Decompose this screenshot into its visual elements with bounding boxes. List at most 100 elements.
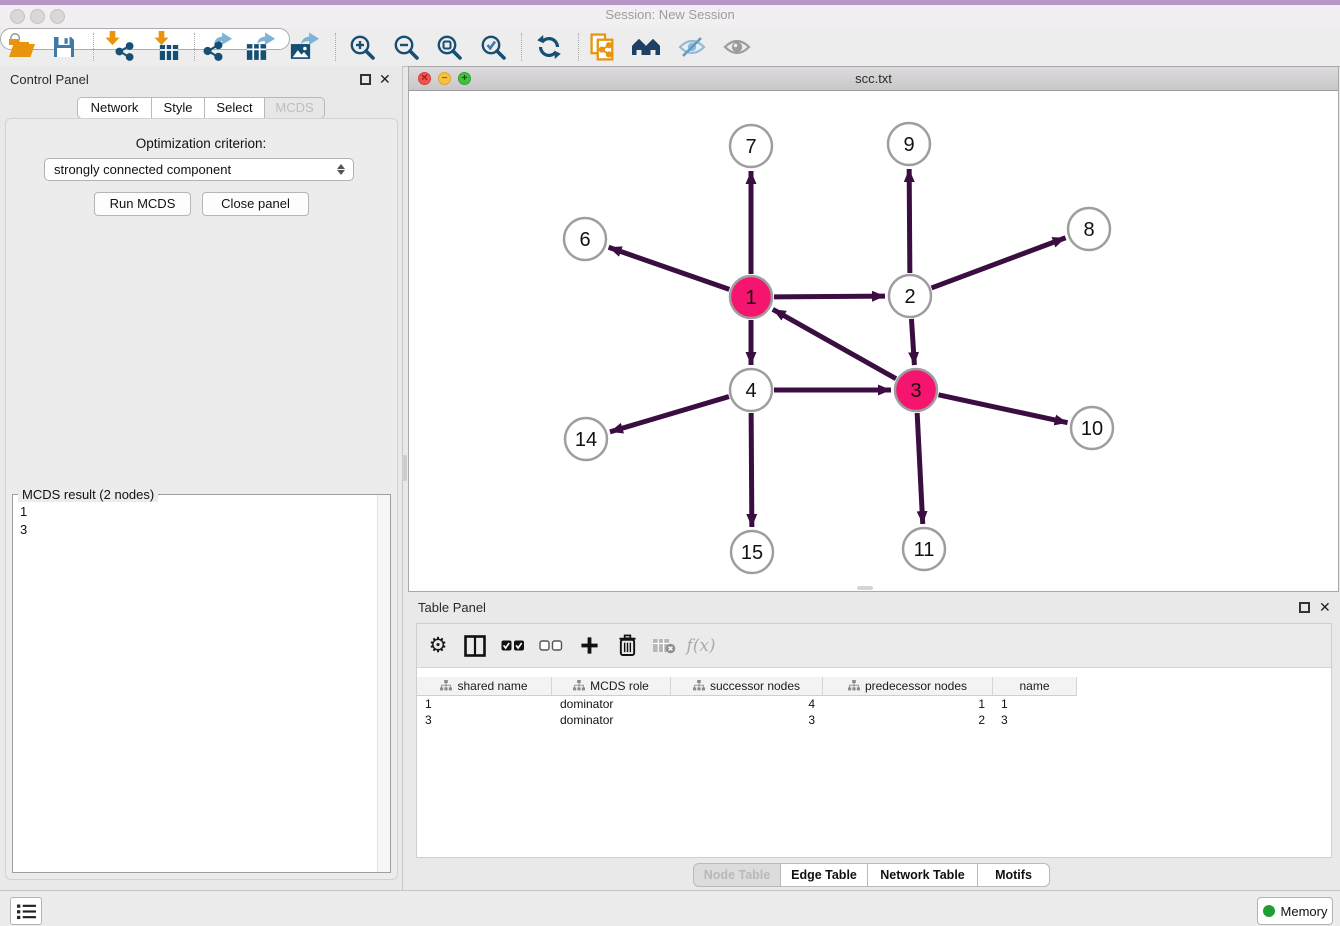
network-graph-canvas[interactable]: 7 9 6 8 1 2 4 3 14 10 15 11 bbox=[409, 90, 1338, 591]
graph-node-10[interactable]: 10 bbox=[1071, 407, 1113, 449]
deselect-all-button[interactable] bbox=[534, 624, 568, 667]
close-panel-button[interactable]: Close panel bbox=[202, 192, 309, 216]
table-cell[interactable]: 4 bbox=[671, 696, 823, 712]
network-minimize-button[interactable]: − bbox=[438, 72, 451, 85]
graph-node-3[interactable]: 3 bbox=[895, 369, 937, 411]
graph-node-4[interactable]: 4 bbox=[730, 369, 772, 411]
show-all-button[interactable] bbox=[720, 31, 754, 63]
tab-label: Motifs bbox=[995, 868, 1032, 882]
node-label: 9 bbox=[903, 134, 914, 156]
new-network-from-selection-button[interactable] bbox=[587, 31, 621, 63]
save-session-button[interactable] bbox=[47, 31, 81, 63]
select-value: strongly connected component bbox=[45, 162, 333, 177]
column-header-MCDS-role[interactable]: MCDS role bbox=[552, 677, 671, 696]
tab-network[interactable]: Network bbox=[77, 97, 152, 119]
table-cell[interactable]: dominator bbox=[552, 712, 671, 728]
graph-edge-1-2[interactable] bbox=[774, 296, 885, 297]
graph-edge-2-3[interactable] bbox=[911, 319, 914, 365]
run-mcds-button[interactable]: Run MCDS bbox=[94, 192, 191, 216]
export-image-button[interactable] bbox=[288, 31, 322, 63]
table-panel-close-button[interactable]: ✕ bbox=[1319, 602, 1331, 613]
graph-edge-4-15[interactable] bbox=[751, 413, 752, 527]
graph-node-7[interactable]: 7 bbox=[730, 125, 772, 167]
save-disk-icon bbox=[52, 35, 76, 59]
table-panel-float-button[interactable] bbox=[1299, 602, 1310, 613]
graph-edge-2-9[interactable] bbox=[909, 169, 910, 273]
table-cell[interactable]: 2 bbox=[823, 712, 993, 728]
network-window-titlebar[interactable]: scc.txt ✕ − + bbox=[409, 67, 1338, 91]
table-cell[interactable]: 1 bbox=[417, 696, 552, 712]
memory-button[interactable]: Memory bbox=[1257, 897, 1333, 925]
table-settings-button[interactable]: ⚙ bbox=[421, 624, 455, 667]
graph-edge-2-8[interactable] bbox=[932, 238, 1066, 288]
graph-node-15[interactable]: 15 bbox=[731, 531, 773, 573]
hide-selected-button[interactable] bbox=[675, 31, 709, 63]
tab-network-table[interactable]: Network Table bbox=[867, 863, 978, 887]
graph-node-14[interactable]: 14 bbox=[565, 418, 607, 460]
first-neighbors-button[interactable] bbox=[631, 31, 665, 63]
column-header-predecessor-nodes[interactable]: predecessor nodes bbox=[823, 677, 993, 696]
node-label: 14 bbox=[575, 429, 597, 451]
network-hscrollbar[interactable] bbox=[857, 586, 873, 590]
zoom-selected-icon bbox=[480, 34, 507, 61]
column-header-shared-name[interactable]: shared name bbox=[417, 677, 552, 696]
graph-node-8[interactable]: 8 bbox=[1068, 208, 1110, 250]
graph-edge-1-6[interactable] bbox=[609, 247, 730, 289]
graph-node-6[interactable]: 6 bbox=[564, 218, 606, 260]
table-cell[interactable]: 3 bbox=[671, 712, 823, 728]
add-column-button[interactable] bbox=[572, 624, 606, 667]
graph-node-11[interactable]: 11 bbox=[903, 528, 945, 570]
node-label: 3 bbox=[910, 380, 921, 402]
gear-icon: ⚙ bbox=[429, 633, 448, 658]
table-row[interactable]: 3dominator323 bbox=[417, 712, 1331, 728]
table-cell[interactable]: 1 bbox=[823, 696, 993, 712]
select-all-button[interactable] bbox=[496, 624, 530, 667]
tab-select[interactable]: Select bbox=[204, 97, 265, 119]
tab-edge-table[interactable]: Edge Table bbox=[780, 863, 868, 887]
table-cell[interactable]: 3 bbox=[993, 712, 1077, 728]
tab-label: MCDS bbox=[275, 100, 313, 115]
optimization-criterion-select[interactable]: strongly connected component bbox=[44, 158, 354, 181]
table-cell[interactable]: 3 bbox=[417, 712, 552, 728]
zoom-in-button[interactable] bbox=[345, 31, 379, 63]
column-header-successor-nodes[interactable]: successor nodes bbox=[671, 677, 823, 696]
export-table-button[interactable] bbox=[244, 31, 278, 63]
show-columns-button[interactable] bbox=[458, 624, 492, 667]
zoom-fit-button[interactable] bbox=[432, 31, 466, 63]
app-titlebar: Session: New Session bbox=[0, 0, 1340, 29]
mcds-result-text[interactable]: 1 3 bbox=[20, 503, 27, 539]
zoom-out-button[interactable] bbox=[389, 31, 423, 63]
graph-edge-3-11[interactable] bbox=[917, 413, 923, 524]
table-cell[interactable]: dominator bbox=[552, 696, 671, 712]
graph-node-1[interactable]: 1 bbox=[730, 276, 772, 318]
tab-style[interactable]: Style bbox=[151, 97, 205, 119]
node-label: 2 bbox=[904, 286, 915, 308]
apply-layout-button[interactable] bbox=[532, 31, 566, 63]
panel-divider-handle[interactable] bbox=[402, 455, 407, 481]
control-panel-close-button[interactable]: ✕ bbox=[379, 74, 391, 85]
column-header-name[interactable]: name bbox=[993, 677, 1077, 696]
result-scrollbar[interactable] bbox=[377, 495, 390, 872]
graph-edge-4-14[interactable] bbox=[610, 397, 729, 432]
table-cell[interactable]: 1 bbox=[993, 696, 1077, 712]
network-close-button[interactable]: ✕ bbox=[418, 72, 431, 85]
import-table-button[interactable] bbox=[149, 31, 183, 63]
zoom-selected-button[interactable] bbox=[476, 31, 510, 63]
graph-node-9[interactable]: 9 bbox=[888, 123, 930, 165]
open-session-button[interactable] bbox=[5, 31, 39, 63]
tab-node-table[interactable]: Node Table bbox=[693, 863, 781, 887]
show-panels-button[interactable] bbox=[10, 897, 42, 925]
export-network-button[interactable] bbox=[201, 31, 235, 63]
control-panel-float-button[interactable] bbox=[360, 74, 371, 85]
tab-mcds[interactable]: MCDS bbox=[264, 97, 325, 119]
network-maximize-button[interactable]: + bbox=[458, 72, 471, 85]
graph-node-2[interactable]: 2 bbox=[889, 275, 931, 317]
graph-edge-3-10[interactable] bbox=[938, 395, 1067, 423]
table-row[interactable]: 1dominator411 bbox=[417, 696, 1331, 712]
node-label: 7 bbox=[745, 136, 756, 158]
import-network-button[interactable] bbox=[102, 31, 136, 63]
graph-edge-3-1[interactable] bbox=[773, 309, 896, 378]
tab-motifs[interactable]: Motifs bbox=[977, 863, 1050, 887]
delete-row-button[interactable] bbox=[610, 624, 644, 667]
float-icon bbox=[360, 74, 371, 85]
